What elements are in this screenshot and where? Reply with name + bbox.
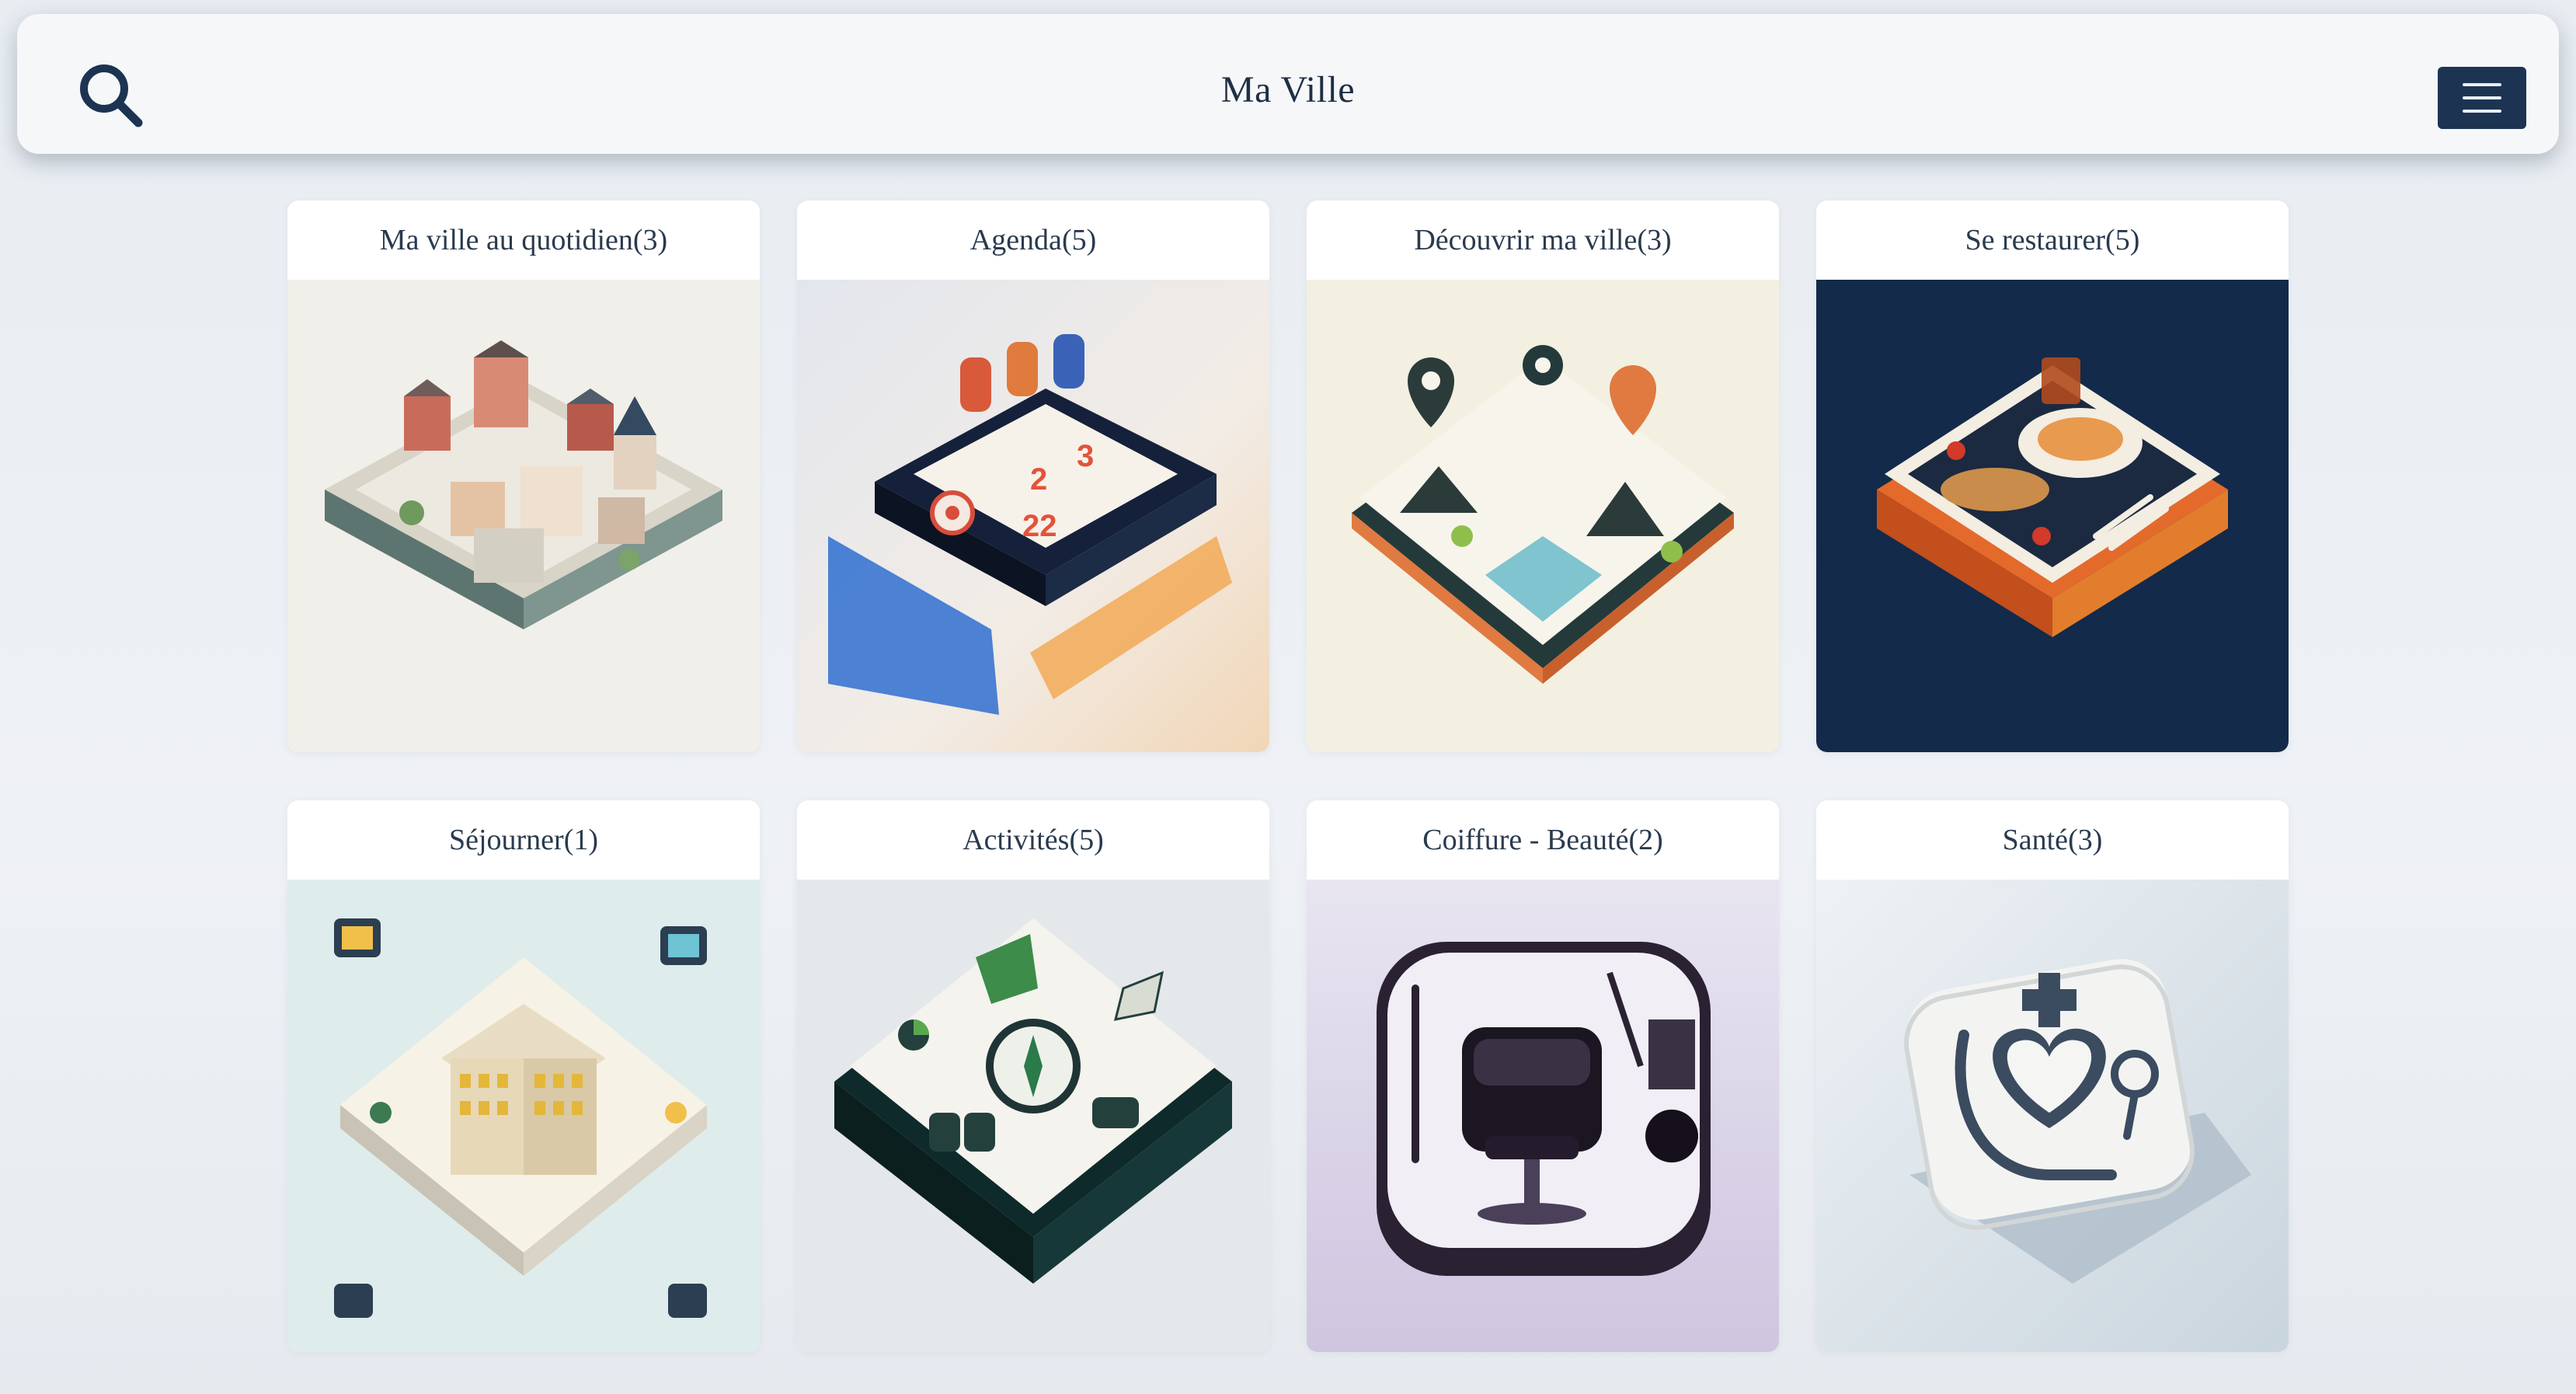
barber-chair-icon xyxy=(1307,880,1779,1352)
top-header: Ma Ville xyxy=(17,14,2559,154)
card-count: (3) xyxy=(2068,824,2103,856)
compass-activities-icon xyxy=(797,880,1269,1352)
card-title: Agenda (5) xyxy=(797,200,1269,280)
card-count: (3) xyxy=(1637,224,1672,256)
card-title: Séjourner (1) xyxy=(287,800,760,880)
category-card-ma-ville-au-quotidien[interactable]: Ma ville au quotidien (3) xyxy=(287,200,760,752)
card-count: (1) xyxy=(563,824,599,856)
card-title: Santé (3) xyxy=(1816,800,2289,880)
category-card-decouvrir-ma-ville[interactable]: Découvrir ma ville (3) xyxy=(1307,200,1779,752)
svg-text:2: 2 xyxy=(1030,462,1047,497)
category-card-sante[interactable]: Santé (3) xyxy=(1816,800,2289,1352)
card-label: Santé xyxy=(2002,824,2069,856)
card-count: (5) xyxy=(1069,824,1104,856)
hamburger-menu-icon xyxy=(2463,83,2501,86)
category-card-sejourner[interactable]: Séjourner (1) xyxy=(287,800,760,1352)
calendar-icon: 2 3 22 xyxy=(797,280,1269,752)
page-title: Ma Ville xyxy=(1220,69,1356,110)
card-title: Découvrir ma ville (3) xyxy=(1307,200,1779,280)
food-plate-icon xyxy=(1816,280,2289,752)
map-pin-icon xyxy=(1307,280,1779,752)
card-label: Se restaurer xyxy=(1965,224,2106,256)
menu-button[interactable] xyxy=(2438,67,2526,129)
card-title: Ma ville au quotidien (3) xyxy=(287,200,760,280)
category-card-agenda[interactable]: Agenda (5) 2 3 22 xyxy=(797,200,1269,752)
card-label: Activités xyxy=(963,824,1070,856)
card-label: Coiffure - Beauté xyxy=(1422,824,1629,856)
category-card-se-restaurer[interactable]: Se restaurer (5) xyxy=(1816,200,2289,752)
category-card-coiffure-beaute[interactable]: Coiffure - Beauté (2) xyxy=(1307,800,1779,1352)
stethoscope-heart-icon xyxy=(1816,880,2289,1352)
hotel-icon xyxy=(287,880,760,1352)
card-label: Séjourner xyxy=(448,824,564,856)
card-label: Ma ville au quotidien xyxy=(379,224,633,256)
card-label: Agenda xyxy=(969,224,1062,256)
isometric-town-icon xyxy=(287,280,760,752)
card-title: Activités (5) xyxy=(797,800,1269,880)
card-count: (3) xyxy=(632,224,668,256)
card-count: (2) xyxy=(1628,824,1663,856)
card-count: (5) xyxy=(2105,224,2140,256)
category-card-activites[interactable]: Activités (5) xyxy=(797,800,1269,1352)
card-title: Se restaurer (5) xyxy=(1816,200,2289,280)
card-title: Coiffure - Beauté (2) xyxy=(1307,800,1779,880)
card-count: (5) xyxy=(1061,224,1097,256)
svg-text:3: 3 xyxy=(1077,439,1094,473)
svg-text:22: 22 xyxy=(1022,509,1057,543)
card-label: Découvrir ma ville xyxy=(1414,224,1638,256)
